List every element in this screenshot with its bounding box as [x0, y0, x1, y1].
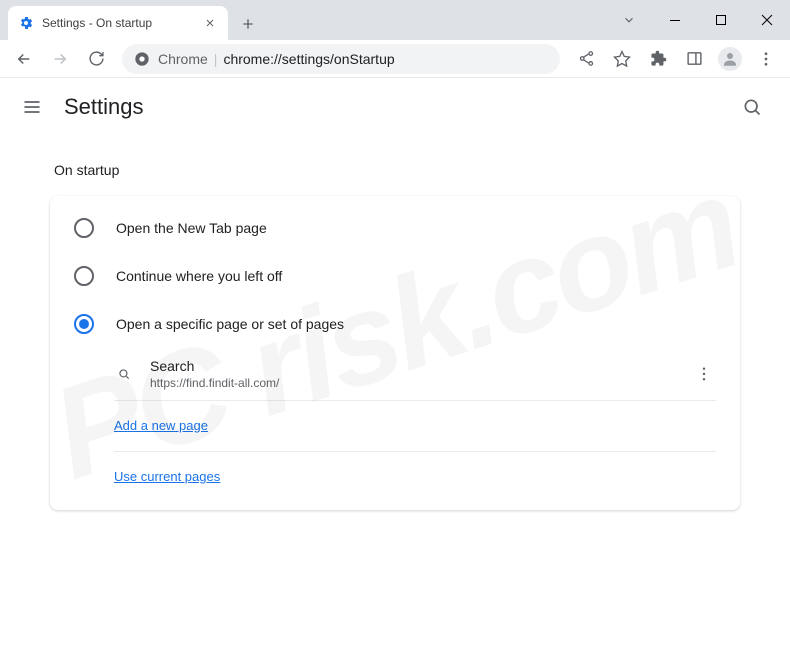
radio-option-specific-pages[interactable]: Open a specific page or set of pages [50, 300, 740, 348]
use-current-row: Use current pages [114, 452, 716, 502]
minimize-button[interactable] [652, 0, 698, 40]
radio-option-continue[interactable]: Continue where you left off [50, 252, 740, 300]
tab-title: Settings - On startup [42, 16, 194, 30]
radio-option-new-tab[interactable]: Open the New Tab page [50, 204, 740, 252]
browser-tab[interactable]: Settings - On startup [8, 6, 228, 40]
back-button[interactable] [8, 43, 40, 75]
page-title: Settings [64, 94, 714, 120]
extensions-icon[interactable] [642, 43, 674, 75]
profile-avatar[interactable] [714, 43, 746, 75]
gear-icon [18, 15, 34, 31]
close-window-button[interactable] [744, 0, 790, 40]
settings-header: Settings [0, 78, 790, 136]
chevron-down-icon[interactable] [606, 0, 652, 40]
hamburger-icon[interactable] [20, 95, 44, 119]
radio-icon [74, 218, 94, 238]
radio-label: Continue where you left off [116, 268, 282, 284]
window-titlebar: Settings - On startup [0, 0, 790, 40]
add-page-row: Add a new page [114, 401, 716, 452]
startup-pages-list: Search https://find.findit-all.com/ Add … [114, 348, 716, 502]
startup-page-url: https://find.findit-all.com/ [150, 376, 676, 390]
maximize-button[interactable] [698, 0, 744, 40]
search-icon[interactable] [734, 89, 770, 125]
more-icon[interactable] [692, 362, 716, 386]
window-controls [652, 0, 790, 40]
share-icon[interactable] [570, 43, 602, 75]
sidepanel-icon[interactable] [678, 43, 710, 75]
add-page-link[interactable]: Add a new page [114, 418, 208, 433]
new-tab-button[interactable] [234, 8, 262, 40]
startup-page-entry: Search https://find.findit-all.com/ [114, 348, 716, 401]
address-bar[interactable]: Chrome | chrome://settings/onStartup [122, 44, 560, 74]
startup-page-name: Search [150, 358, 676, 374]
radio-icon-selected [74, 314, 94, 334]
forward-button[interactable] [44, 43, 76, 75]
menu-icon[interactable] [750, 43, 782, 75]
radio-icon [74, 266, 94, 286]
search-icon [114, 364, 134, 384]
reload-button[interactable] [80, 43, 112, 75]
browser-toolbar: Chrome | chrome://settings/onStartup [0, 40, 790, 78]
bookmark-icon[interactable] [606, 43, 638, 75]
url-text: Chrome | chrome://settings/onStartup [158, 51, 395, 67]
settings-content: On startup Open the New Tab page Continu… [0, 136, 790, 510]
section-label: On startup [54, 162, 740, 178]
radio-label: Open a specific page or set of pages [116, 316, 344, 332]
use-current-link[interactable]: Use current pages [114, 469, 220, 484]
close-icon[interactable] [202, 15, 218, 31]
startup-card: Open the New Tab page Continue where you… [50, 196, 740, 510]
radio-label: Open the New Tab page [116, 220, 267, 236]
chrome-icon [134, 51, 150, 67]
